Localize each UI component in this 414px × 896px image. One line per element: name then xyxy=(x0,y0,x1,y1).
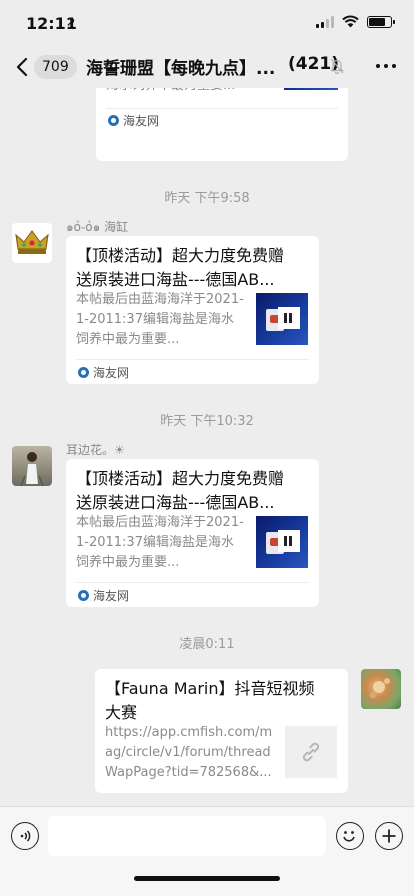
plus-icon xyxy=(382,829,396,843)
location-arrow-icon: ➚ xyxy=(66,15,77,29)
more-functions-button[interactable] xyxy=(375,822,403,850)
chevron-left-icon xyxy=(16,57,28,77)
voice-input-button[interactable] xyxy=(11,822,39,850)
cellular-signal-icon xyxy=(316,15,334,28)
sender-name: 耳边花。☀ xyxy=(66,443,125,457)
link-thumbnail xyxy=(285,726,337,778)
avatar[interactable] xyxy=(12,446,52,486)
card-source: 海友网 xyxy=(78,364,129,381)
crown-icon xyxy=(15,230,49,254)
emoji-button[interactable] xyxy=(336,822,364,850)
card-description: 2021-1-2011:37编辑海盐是海水饲养中最为重要... xyxy=(106,88,276,96)
card-thumbnail xyxy=(284,88,338,90)
link-card[interactable]: 【顶楼活动】超大力度免费赠送原装进口海盐---德国AB... 本帖最后由蓝海海洋… xyxy=(66,459,319,607)
battery-level xyxy=(369,17,385,26)
chat-header: 709 海誓珊盟【每晚九点】... (421) xyxy=(0,46,414,88)
source-logo-icon xyxy=(108,115,119,126)
card-description: 本帖最后由蓝海海洋于2021-1-2011:37编辑海盐是海水饲养中最为重要..… xyxy=(76,515,244,570)
source-logo-icon xyxy=(78,367,89,378)
source-name: 海友网 xyxy=(93,589,130,603)
status-icons xyxy=(316,15,395,28)
flower-photo-icon xyxy=(369,678,390,699)
source-logo-icon xyxy=(78,590,89,601)
link-card[interactable]: 【Fauna Marin】抖音短视频大赛 https://app.cmfish.… xyxy=(95,669,348,793)
source-name: 海友网 xyxy=(93,366,130,380)
link-card[interactable]: 【顶楼活动】超大力度免费赠送原装进口海盐---德国AB... 本帖最后由蓝海海洋… xyxy=(66,236,319,384)
wifi-icon xyxy=(342,15,359,28)
timestamp: 凌晨0:11 xyxy=(179,637,235,652)
mute-bell-icon xyxy=(330,58,344,74)
status-bar: 12:11 ➚ xyxy=(0,0,414,46)
card-title: 【顶楼活动】超大力度免费赠送原装进口海盐---德国AB... xyxy=(76,469,285,512)
voice-icon xyxy=(20,830,31,842)
person-photo-icon xyxy=(20,452,44,486)
card-description: 本帖最后由蓝海海洋于2021-1-2011:37编辑海盐是海水饲养中最为重要..… xyxy=(76,292,244,347)
my-avatar[interactable] xyxy=(361,669,401,709)
card-thumbnail xyxy=(256,293,308,345)
card-title: 【顶楼活动】超大力度免费赠送原装进口海盐---德国AB... xyxy=(76,246,285,289)
back-button[interactable] xyxy=(10,52,34,82)
card-source: 海友网 xyxy=(78,587,129,604)
timestamp: 昨天 下午10:32 xyxy=(160,414,254,429)
source-name: 海友网 xyxy=(123,114,160,128)
sender-name: ๑ỏ֊ỏ๑ 海缸 xyxy=(66,220,129,234)
battery-icon xyxy=(367,15,395,28)
card-source: 海友网 xyxy=(108,112,159,129)
unread-count-badge[interactable]: 709 xyxy=(34,55,77,79)
chat-title[interactable]: 海誓珊盟【每晚九点】... xyxy=(86,54,275,79)
message-list[interactable]: 2021-1-2011:37编辑海盐是海水饲养中最为重要... 海友网 昨天 下… xyxy=(0,88,414,806)
link-card[interactable]: 2021-1-2011:37编辑海盐是海水饲养中最为重要... 海友网 xyxy=(96,88,348,161)
link-icon xyxy=(302,742,320,762)
emoji-icon xyxy=(343,831,355,842)
timestamp: 昨天 下午9:58 xyxy=(164,191,250,206)
home-indicator[interactable] xyxy=(134,876,280,881)
avatar[interactable] xyxy=(12,223,52,263)
card-url: https://app.cmfish.com/mag/circle/v1/for… xyxy=(105,725,273,780)
input-toolbar xyxy=(0,806,414,896)
more-options-button[interactable] xyxy=(376,56,396,76)
message-input[interactable] xyxy=(48,816,326,856)
card-thumbnail xyxy=(256,516,308,568)
card-title: 【Fauna Marin】抖音短视频大赛 xyxy=(105,679,315,722)
